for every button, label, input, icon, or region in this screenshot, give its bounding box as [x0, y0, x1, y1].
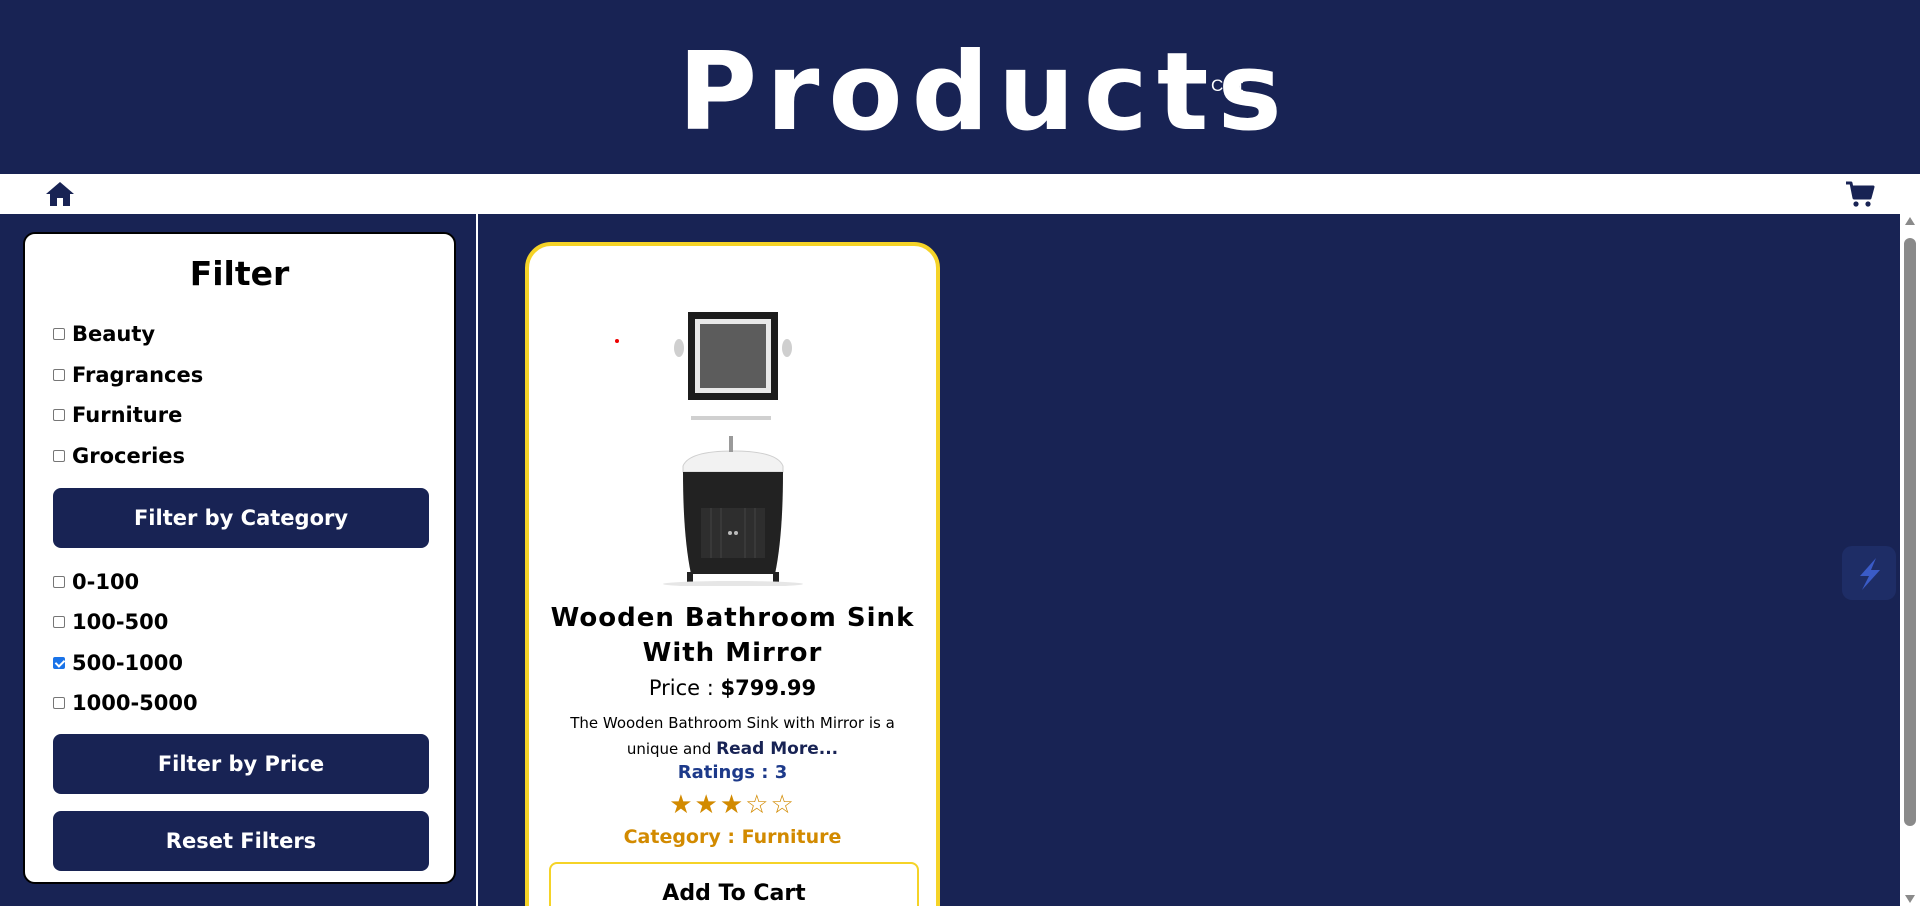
- filter-panel: Filter Beauty Fragrances Furniture Groce…: [23, 232, 456, 884]
- filter-title: Filter: [189, 254, 290, 293]
- filter-category-beauty[interactable]: Beauty: [53, 322, 155, 346]
- rating-stars: ★★★☆☆: [529, 790, 936, 820]
- product-description-block: The Wooden Bathroom Sink with Mirror is …: [549, 710, 916, 762]
- filter-price-0-100[interactable]: 0-100: [53, 570, 139, 594]
- star-filled-icon: ★: [694, 790, 720, 820]
- filter-price-500-1000[interactable]: 500-1000: [53, 651, 183, 675]
- filter-price-1000-5000[interactable]: 1000-5000: [53, 691, 198, 715]
- filter-category-fragrances[interactable]: Fragrances: [53, 363, 203, 387]
- page-header: Products Cart: [0, 0, 1920, 174]
- product-category: Category : Furniture: [623, 826, 842, 848]
- product-rating-text: Ratings : 3: [677, 762, 788, 783]
- filter-price-100-500[interactable]: 100-500: [53, 610, 168, 634]
- product-image: [599, 286, 869, 587]
- product-title: Wooden Bathroom Sink With Mirror: [550, 603, 915, 668]
- checkbox[interactable]: [53, 616, 65, 628]
- filter-by-category-button[interactable]: Filter by Category: [53, 488, 429, 548]
- lightning-icon: [1860, 558, 1880, 590]
- product-price: $799.99: [720, 676, 817, 700]
- reset-filters-button[interactable]: Reset Filters: [53, 811, 429, 871]
- page-title: Products: [678, 30, 1291, 155]
- product-grid: Wooden Bathroom Sink With Mirror Price :…: [480, 214, 1900, 906]
- scroll-down-arrow-icon[interactable]: [1905, 895, 1915, 903]
- vertical-scrollbar[interactable]: [1900, 214, 1920, 906]
- scroll-thumb[interactable]: [1904, 238, 1916, 826]
- shopping-cart-icon[interactable]: [1844, 178, 1876, 210]
- star-outline-icon: ☆: [770, 790, 796, 820]
- checkbox[interactable]: [53, 369, 65, 381]
- read-more-link[interactable]: Read More...: [716, 739, 838, 759]
- checkbox[interactable]: [53, 450, 65, 462]
- checkbox-label: 1000-5000: [72, 691, 198, 715]
- checkbox-label: 0-100: [72, 570, 140, 594]
- checkbox[interactable]: [53, 697, 65, 709]
- filter-category-furniture[interactable]: Furniture: [53, 403, 182, 427]
- checkbox-label: Beauty: [72, 322, 156, 346]
- header-cart-link[interactable]: Cart: [1211, 76, 1243, 96]
- checkbox-checked[interactable]: [53, 657, 65, 669]
- checkbox[interactable]: [53, 576, 65, 588]
- checkbox-label: Fragrances: [72, 363, 204, 387]
- add-to-cart-button[interactable]: Add To Cart: [549, 862, 919, 906]
- filter-category-groceries[interactable]: Groceries: [53, 444, 185, 468]
- checkbox-label: Groceries: [72, 444, 186, 468]
- home-icon[interactable]: [44, 178, 76, 210]
- navbar: [0, 174, 1920, 214]
- checkbox-label: Furniture: [72, 403, 183, 427]
- product-price-row: Price : $799.99: [529, 676, 936, 700]
- checkbox[interactable]: [53, 409, 65, 421]
- scroll-up-arrow-icon[interactable]: [1905, 217, 1915, 225]
- filter-by-price-button[interactable]: Filter by Price: [53, 734, 429, 794]
- checkbox-label: 100-500: [72, 610, 169, 634]
- star-filled-icon: ★: [719, 790, 746, 820]
- checkbox[interactable]: [53, 328, 65, 340]
- star-filled-icon: ★: [669, 790, 695, 820]
- sidebar: Filter Beauty Fragrances Furniture Groce…: [0, 214, 478, 906]
- price-label: Price :: [648, 676, 714, 700]
- star-outline-icon: ☆: [745, 790, 771, 820]
- floating-widget-button[interactable]: [1842, 546, 1896, 600]
- checkbox-label: 500-1000: [72, 651, 183, 675]
- product-card: Wooden Bathroom Sink With Mirror Price :…: [525, 242, 940, 906]
